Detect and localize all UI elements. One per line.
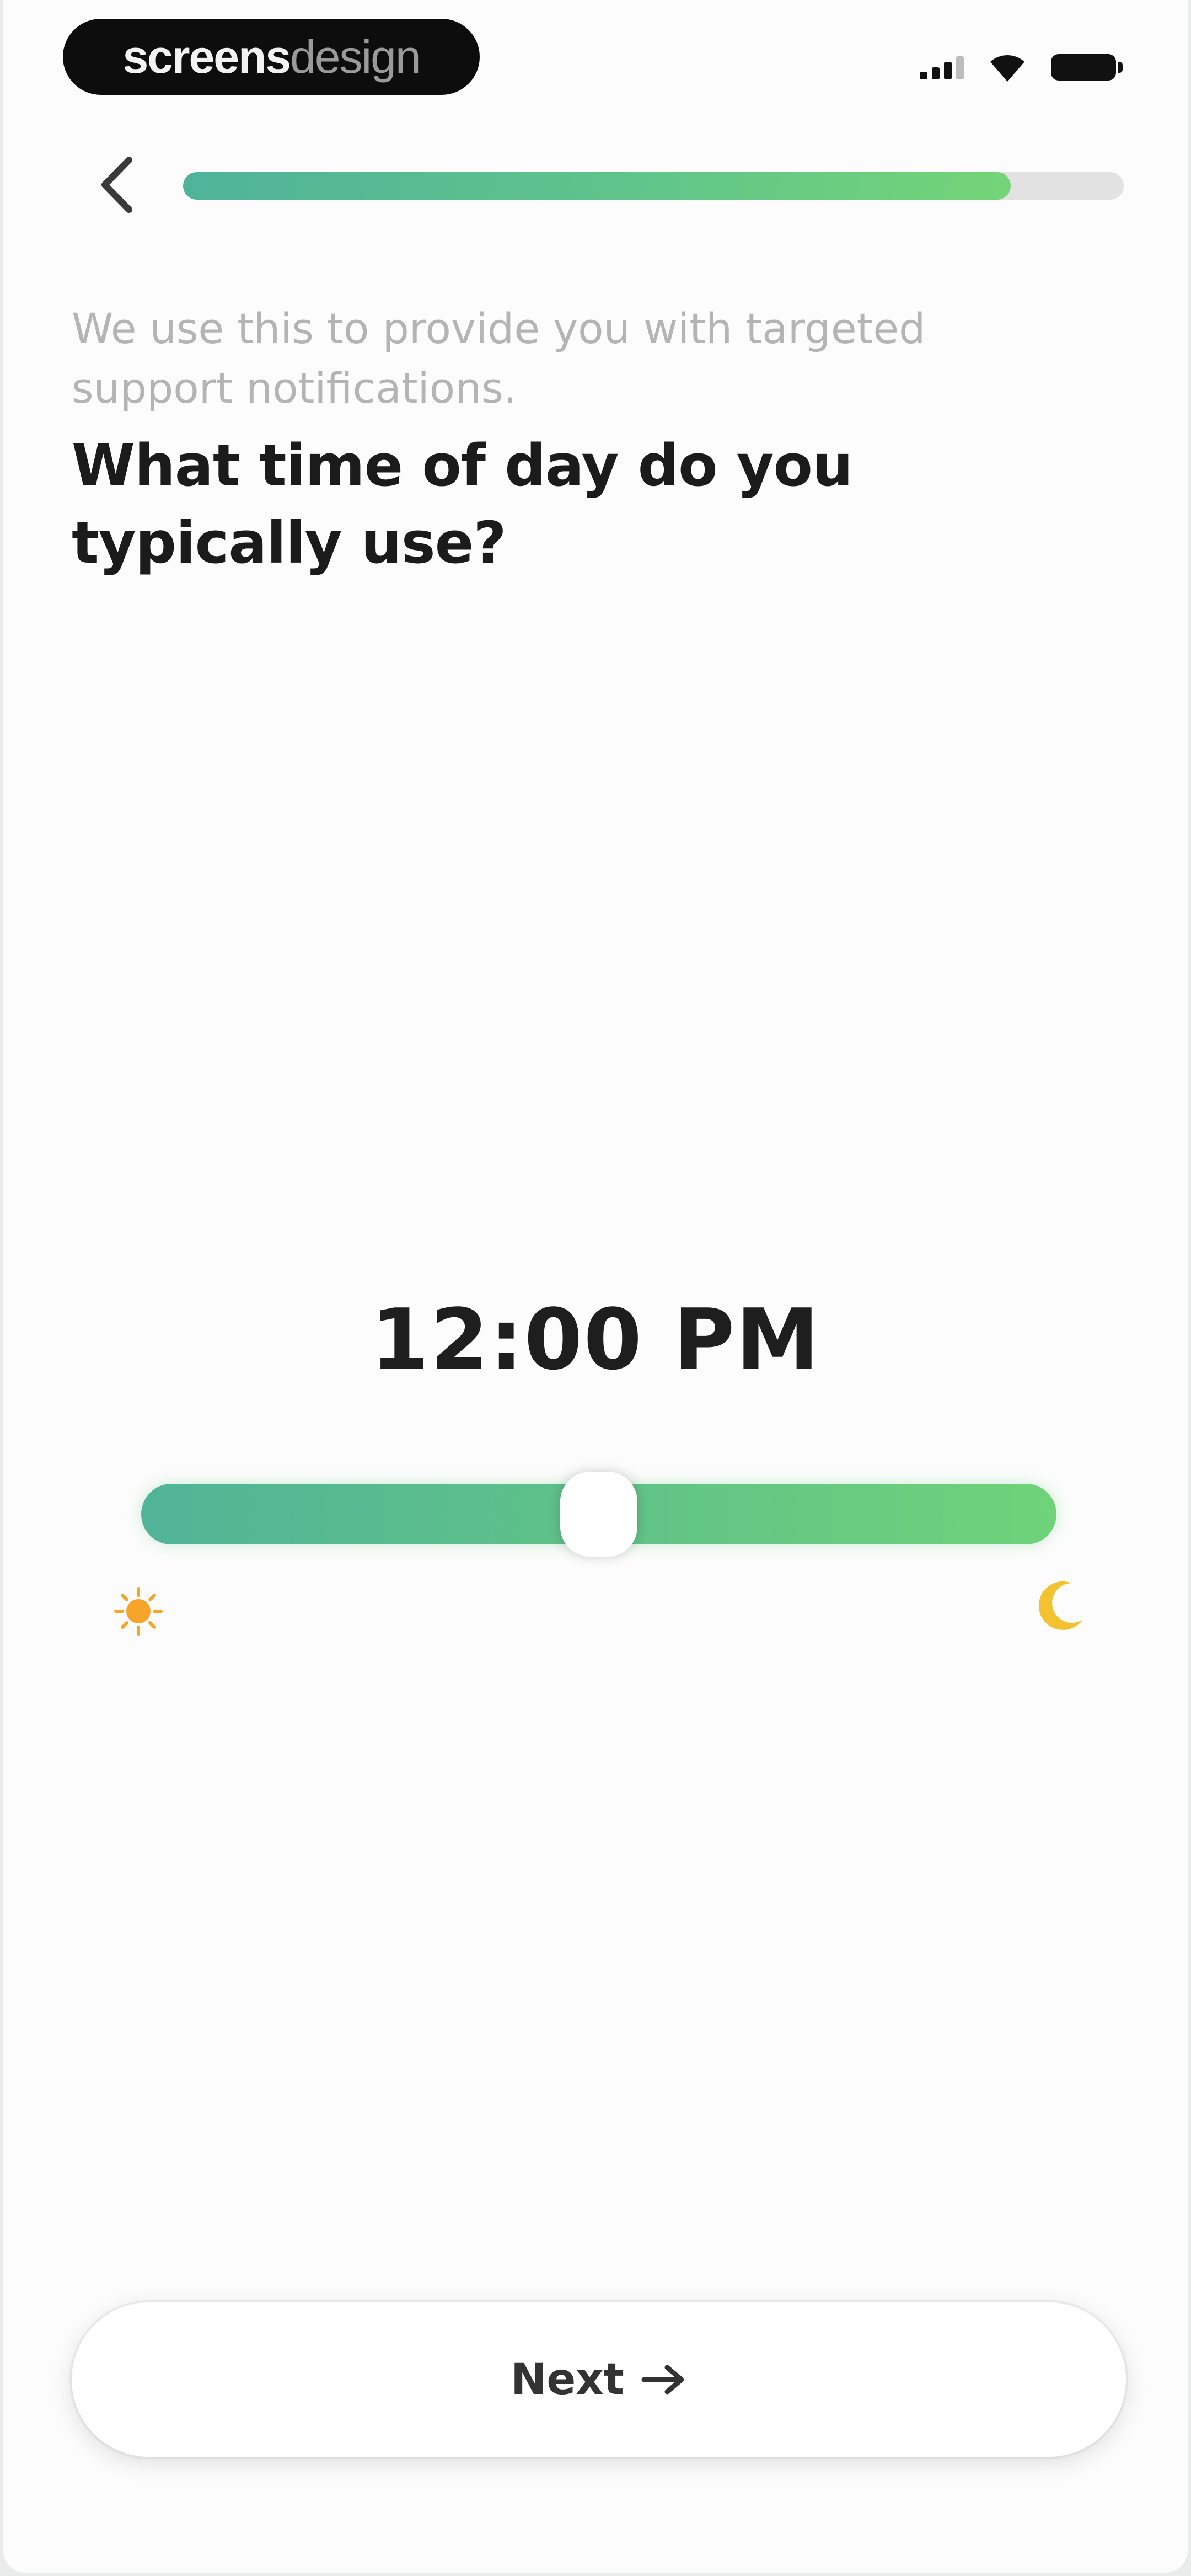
wifi-icon — [990, 55, 1024, 82]
moon-icon — [1038, 1581, 1083, 1630]
brand-word-bold: screens — [122, 30, 291, 83]
back-button[interactable] — [86, 149, 147, 221]
page-subtitle: We use this to provide you with targeted… — [72, 304, 926, 413]
chevron-left-icon — [101, 157, 132, 213]
next-button[interactable]: Next — [72, 2302, 1126, 2457]
page-title-emphasis: What time of day — [72, 432, 619, 499]
page-title: What time of day do you typically use? — [72, 427, 1009, 581]
selected-time: 12:00 PM — [371, 1291, 820, 1388]
onboarding-progress-bar — [183, 172, 1124, 200]
next-button-label: Next — [511, 2355, 624, 2404]
arrow-right-icon — [641, 2365, 684, 2395]
cellular-signal-icon — [920, 55, 964, 79]
status-icons — [920, 51, 1123, 84]
brand-badge: screensdesign — [63, 19, 480, 95]
sun-icon — [114, 1587, 163, 1636]
slider-handle[interactable] — [560, 1472, 637, 1557]
onboarding-screen: screensdesign We use this to provide you… — [3, 0, 1188, 2573]
brand-word-light: design — [290, 30, 421, 83]
onboarding-progress-fill — [183, 172, 1011, 200]
battery-icon — [1051, 54, 1123, 81]
time-of-day-slider[interactable] — [141, 1472, 1056, 1557]
